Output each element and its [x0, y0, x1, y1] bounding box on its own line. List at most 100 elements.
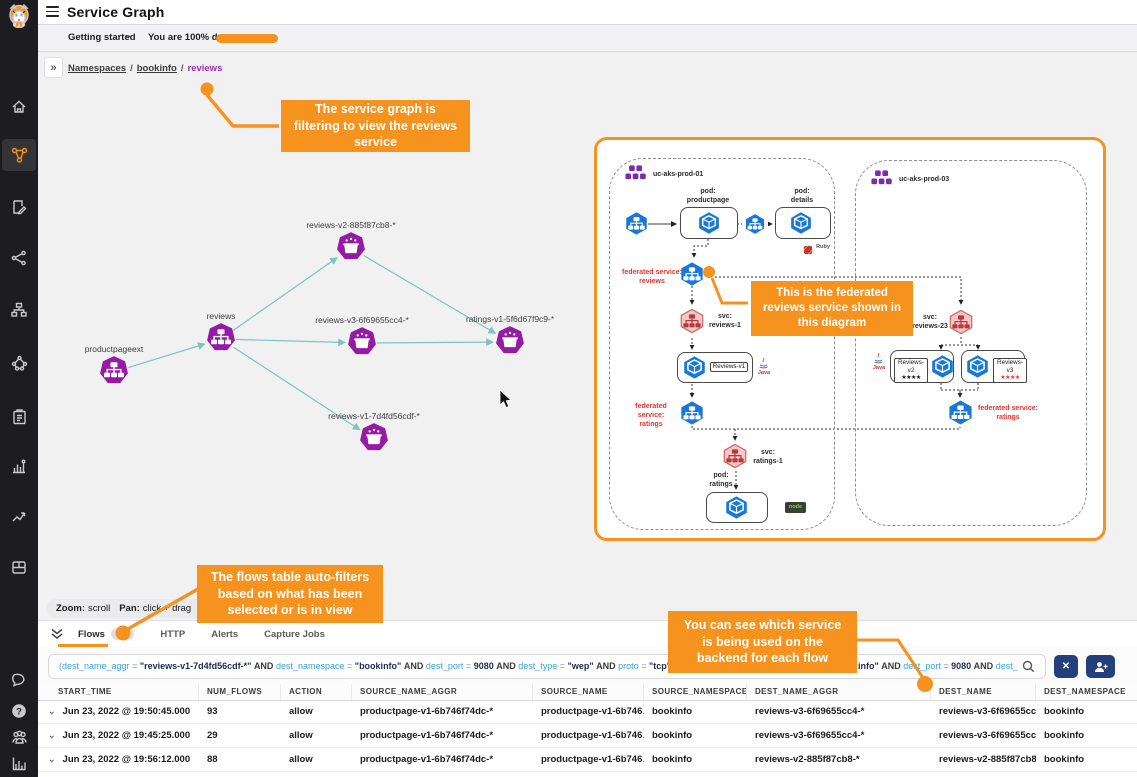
service-node-icon: [206, 322, 236, 352]
table-row[interactable]: ⌄Jun 23, 2022 @ 19:56:12.00088allowprodu…: [38, 748, 1137, 772]
pod-icon: [789, 211, 813, 240]
table-cell: bookinfo: [1036, 730, 1137, 741]
table-cell: reviews-v2-885f87cb8-*: [747, 754, 931, 765]
graph-node-label: reviews-v1-7d4fd56cdf-*: [319, 411, 429, 421]
tab-http[interactable]: HTTP: [160, 629, 185, 640]
sidebar-item-chat[interactable]: [0, 664, 38, 694]
flow-filter-input[interactable]: (dest_name_aggr = "reviews-v1-7d4fd56cdf…: [48, 654, 1046, 679]
sidebar-item-dashboards[interactable]: [0, 452, 38, 482]
java-label: Java: [869, 365, 889, 371]
pod-icon: [724, 495, 749, 525]
page-title: Service Graph: [67, 4, 165, 20]
service-icon: [744, 213, 766, 240]
col-num-flows: NUM_FLOWS: [199, 682, 281, 700]
col-source-name: SOURCE_NAME: [533, 682, 644, 700]
svc-reviews-1-label: svc: reviews-1: [707, 313, 743, 331]
cell-start-time: Jun 23, 2022 @ 19:50:45.000: [63, 706, 191, 717]
svc-ratings-1-label: svc: ratings-1: [750, 449, 786, 467]
table-row[interactable]: ⌄Jun 23, 2022 @ 19:45:25.00029allowprodu…: [38, 724, 1137, 748]
svc-ratings-1-icon: [722, 443, 748, 474]
graph-node-reviews[interactable]: reviews: [166, 311, 276, 352]
service-node-icon: [99, 355, 129, 385]
table-cell: bookinfo: [644, 706, 747, 717]
sidebar-item-compliance[interactable]: [0, 402, 38, 432]
collapse-panel-icon[interactable]: [50, 628, 64, 640]
user-filter-button[interactable]: [1086, 655, 1115, 678]
tab-flows[interactable]: Flows20: [78, 628, 134, 640]
service-icon: [624, 211, 649, 241]
col-source-name-aggr: SOURCE_NAME_AGGR: [352, 682, 533, 700]
tab-capture-jobs[interactable]: Capture Jobs: [264, 629, 325, 640]
graph-node-reviews-v3[interactable]: reviews-v3-6f69655cc4-*: [307, 315, 417, 356]
col-dest-namespace: DEST_NAMESPACE: [1036, 682, 1137, 700]
breadcrumb: Namespaces/bookinfo/reviews: [68, 63, 222, 74]
sidebar-item-policies[interactable]: [0, 192, 38, 222]
sidebar-item-archives[interactable]: [0, 552, 38, 582]
graph-node-productpageext[interactable]: productpageext: [59, 344, 169, 385]
pod-productpage-label: pod: productpage: [678, 188, 738, 206]
table-cell: 93: [199, 706, 281, 717]
flows-table-header: START_TIME NUM_FLOWS ACTION SOURCE_NAME_…: [38, 682, 1137, 701]
tab-alerts[interactable]: Alerts: [211, 629, 238, 640]
breadcrumb-bookinfo[interactable]: bookinfo: [137, 63, 177, 74]
sidebar-item-metrics[interactable]: [0, 748, 38, 777]
callout-flows-autofilter: The flows table auto-filters based on wh…: [197, 565, 383, 623]
federated-reviews-label: federated service: reviews: [621, 268, 683, 286]
sidebar-item-clusters[interactable]: [0, 348, 38, 378]
federated-ratings-label: federated service: ratings: [978, 404, 1038, 422]
sidebar-item-network[interactable]: [0, 243, 38, 273]
col-start-time: START_TIME: [38, 682, 199, 700]
home-icon: [11, 99, 27, 115]
replicaset-node-icon: [336, 231, 366, 261]
table-cell: reviews-v3-6f69655cc4-*: [747, 706, 931, 717]
chart-coins-icon: [11, 459, 27, 475]
sitemap-icon: [11, 302, 27, 318]
row-expand-chevron[interactable]: ⌄: [48, 730, 56, 741]
pod-icon: [697, 211, 721, 240]
table-cell: productpage-v1-6b746…: [533, 754, 644, 765]
reviews-v3-label: Reviews-v3★★★★: [993, 358, 1027, 383]
help-icon: ?: [11, 703, 27, 719]
svc-reviews-1-icon: [679, 308, 705, 339]
sidebar-item-trends[interactable]: [0, 502, 38, 532]
table-row[interactable]: ⌄Jun 23, 2022 @ 19:50:45.00072allowprodu…: [38, 772, 1137, 777]
sidebar-item-home[interactable]: [0, 92, 38, 122]
federated-reviews-service-icon[interactable]: [679, 261, 705, 292]
tigera-logo[interactable]: [0, 2, 38, 30]
table-cell: productpage-v1-6b746f74dc-*: [352, 706, 533, 717]
graph-node-ratings-v1[interactable]: ratings-v1-5f6d67f9c9-*: [455, 314, 565, 355]
progress-bar: [216, 34, 278, 43]
pod-icon: [930, 354, 955, 384]
graph-node-reviews-v2[interactable]: reviews-v2-885f87cb8-*: [296, 220, 406, 261]
clear-filter-button[interactable]: ✕: [1054, 655, 1078, 678]
svc-reviews-23-label: svc: reviews-23: [909, 314, 951, 332]
clipboard-icon: [12, 409, 27, 425]
graph-node-label: reviews-v2-885f87cb8-*: [296, 220, 406, 230]
sidebar-item-service-graph[interactable]: [2, 139, 36, 171]
breadcrumb-reviews: reviews: [188, 63, 223, 74]
menu-icon[interactable]: [46, 6, 59, 17]
ruby-label: Ruby: [813, 244, 833, 250]
cluster-name: uc-aks-prod-03: [899, 176, 959, 185]
table-row[interactable]: ⌄Jun 23, 2022 @ 19:50:45.00093allowprodu…: [38, 700, 1137, 724]
expand-panel-button[interactable]: »: [44, 57, 63, 78]
active-tab-indicator: [58, 644, 108, 647]
search-icon: [1022, 660, 1035, 673]
filter-query-right: info" AND dest_port = 9080 AND dest_: [858, 661, 1018, 671]
replicaset-node-icon: [495, 325, 525, 355]
graph-node-label: productpageext: [59, 344, 169, 354]
table-cell: bookinfo: [644, 754, 747, 765]
table-cell: bookinfo: [1036, 706, 1137, 717]
table-cell: reviews-v2-885f87cb8…: [931, 754, 1036, 765]
graph-node-reviews-v1[interactable]: reviews-v1-7d4fd56cdf-*: [319, 411, 429, 452]
chevron-down-icon[interactable]: ⌄: [124, 30, 132, 41]
breadcrumb-namespaces[interactable]: Namespaces: [68, 63, 126, 74]
pod-ratings-label: pod: ratings: [701, 472, 741, 490]
sidebar-item-endpoints[interactable]: [0, 295, 38, 325]
table-cell: productpage-v1-6b746f74dc-*: [352, 754, 533, 765]
row-expand-chevron[interactable]: ⌄: [48, 706, 56, 717]
row-expand-chevron[interactable]: ⌄: [48, 754, 56, 765]
ruby-icon: [803, 242, 813, 260]
col-dest-name-aggr: DEST_NAME_AGGR: [747, 682, 931, 700]
pod-icon: [965, 354, 990, 384]
